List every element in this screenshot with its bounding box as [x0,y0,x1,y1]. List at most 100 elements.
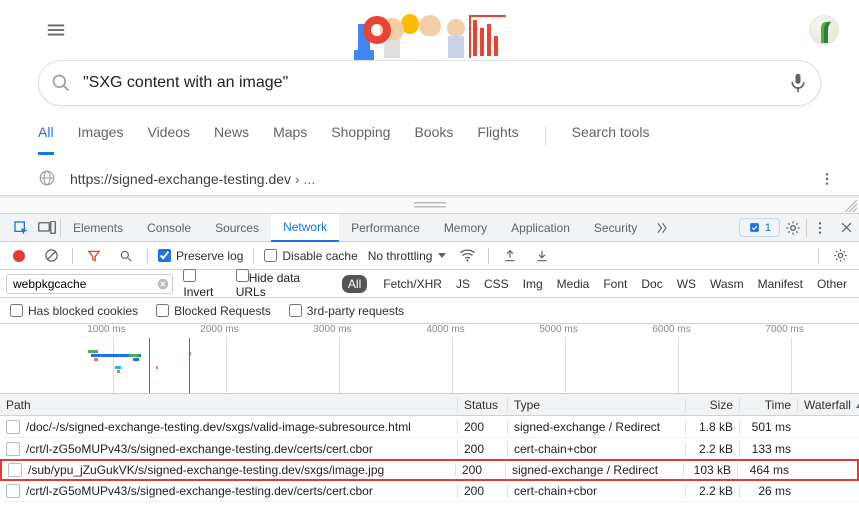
timeline-tick: 6000 ms [652,324,690,335]
tab-all[interactable]: All [38,124,54,155]
tab-videos[interactable]: Videos [147,124,190,155]
import-har-button[interactable] [499,249,521,263]
search-icon [119,249,133,263]
header-type[interactable]: Type [507,398,685,412]
table-row[interactable]: /crt/l-zG5oMUPv43/s/signed-exchange-test… [0,480,859,502]
header-path[interactable]: Path [0,398,457,412]
funnel-icon [87,249,101,263]
hamburger-menu-button[interactable] [36,10,76,50]
filter-type-fetchxhr[interactable]: Fetch/XHR [377,275,448,293]
issues-count: 1 [765,222,771,234]
export-har-button[interactable] [531,249,553,263]
status-cell: 200 [455,463,505,477]
devtools-menu-button[interactable] [807,221,833,235]
search-input[interactable] [83,74,776,92]
devtools-tab-console[interactable]: Console [135,214,203,242]
upload-icon [503,249,517,263]
throttling-select[interactable]: No throttling [368,249,447,263]
clear-button[interactable] [40,248,62,263]
tab-flights[interactable]: Flights [477,124,518,155]
doodle-image [350,6,510,64]
blocked-cookies-checkbox[interactable]: Has blocked cookies [10,304,138,318]
tab-news[interactable]: News [214,124,249,155]
table-row[interactable]: /sub/ypu_jZuGukVK/s/signed-exchange-test… [0,459,859,481]
status-cell: 200 [457,442,507,456]
filter-type-all[interactable]: All [342,275,367,293]
search-bar [38,60,821,106]
filter-type-wasm[interactable]: Wasm [704,275,750,293]
devtools-tab-elements[interactable]: Elements [61,214,135,242]
tab-images[interactable]: Images [78,124,124,155]
tab-maps[interactable]: Maps [273,124,307,155]
header-status[interactable]: Status [457,398,507,412]
filter-type-js[interactable]: JS [450,275,476,293]
blocked-requests-checkbox[interactable]: Blocked Requests [156,304,271,318]
header-size[interactable]: Size [685,398,739,412]
size-cell: 103 kB [683,463,737,477]
devtools-tab-application[interactable]: Application [499,214,582,242]
gear-icon [785,220,801,236]
more-panels-button[interactable] [649,221,675,235]
file-icon [8,463,22,477]
size-cell: 2.2 kB [685,484,739,498]
header-waterfall[interactable]: Waterfall [797,398,859,412]
header-time[interactable]: Time [739,398,797,412]
table-row[interactable]: /doc/-/s/signed-exchange-testing.dev/sxg… [0,416,859,438]
result-menu-button[interactable] [819,171,835,187]
issue-icon [748,221,761,234]
table-row[interactable]: /crt/l-zG5oMUPv43/s/signed-exchange-test… [0,438,859,460]
devtools-settings-button[interactable] [780,220,806,236]
record-button[interactable] [8,250,30,262]
filter-type-manifest[interactable]: Manifest [752,275,809,293]
voice-search-button[interactable] [776,72,820,94]
clear-filter-button[interactable] [156,277,170,291]
type-cell: signed-exchange / Redirect [505,463,683,477]
tab-search-tools[interactable]: Search tools [572,124,650,155]
account-avatar[interactable] [809,15,839,45]
size-cell: 2.2 kB [685,442,739,456]
timeline-tick: 7000 ms [765,324,803,335]
devtools-tab-memory[interactable]: Memory [432,214,499,242]
devtools-tab-sources[interactable]: Sources [203,214,271,242]
tab-books[interactable]: Books [414,124,453,155]
device-toolbar-button[interactable] [34,221,60,235]
search-result[interactable]: https://signed-exchange-testing.dev › ..… [38,169,859,189]
filter-type-media[interactable]: Media [551,275,596,293]
filter-type-font[interactable]: Font [597,275,633,293]
search-requests-button[interactable] [115,249,137,263]
devtools-close-button[interactable] [833,221,859,234]
network-timeline[interactable]: 1000 ms2000 ms3000 ms4000 ms5000 ms6000 … [0,324,859,394]
google-doodle[interactable] [350,6,510,64]
mic-icon [788,72,808,94]
path-cell: /doc/-/s/signed-exchange-testing.dev/sxg… [26,420,411,434]
resize-corner-icon [845,200,857,212]
filter-type-ws[interactable]: WS [671,275,702,293]
network-table: Path Status Type Size Time Waterfall /do… [0,394,859,502]
devtools-tab-network[interactable]: Network [271,214,339,242]
invert-checkbox[interactable]: Invert [183,269,225,299]
devtools-tab-performance[interactable]: Performance [339,214,432,242]
disable-cache-checkbox[interactable]: Disable cache [264,249,357,263]
filter-button[interactable] [83,249,105,263]
vertical-dots-icon [813,221,827,235]
hide-data-urls-checkbox[interactable]: Hide data URLs [236,269,332,299]
filter-type-css[interactable]: CSS [478,275,515,293]
third-party-checkbox[interactable]: 3rd-party requests [289,304,404,318]
timeline-tick: 5000 ms [539,324,577,335]
preserve-log-checkbox[interactable]: Preserve log [158,249,243,263]
inspect-icon [13,220,29,236]
panel-resize-grip[interactable] [0,197,859,213]
issues-chip[interactable]: 1 [739,218,780,237]
tab-shopping[interactable]: Shopping [331,124,390,155]
devtools-tab-security[interactable]: Security [582,214,649,242]
filter-input[interactable] [6,274,173,294]
table-header: Path Status Type Size Time Waterfall [0,394,859,416]
download-icon [535,249,549,263]
network-settings-button[interactable] [829,248,851,263]
element-picker-button[interactable] [8,220,34,236]
network-conditions-button[interactable] [456,248,478,263]
filter-type-other[interactable]: Other [811,275,853,293]
filter-type-img[interactable]: Img [517,275,549,293]
device-icon [38,221,56,235]
filter-type-doc[interactable]: Doc [635,275,668,293]
